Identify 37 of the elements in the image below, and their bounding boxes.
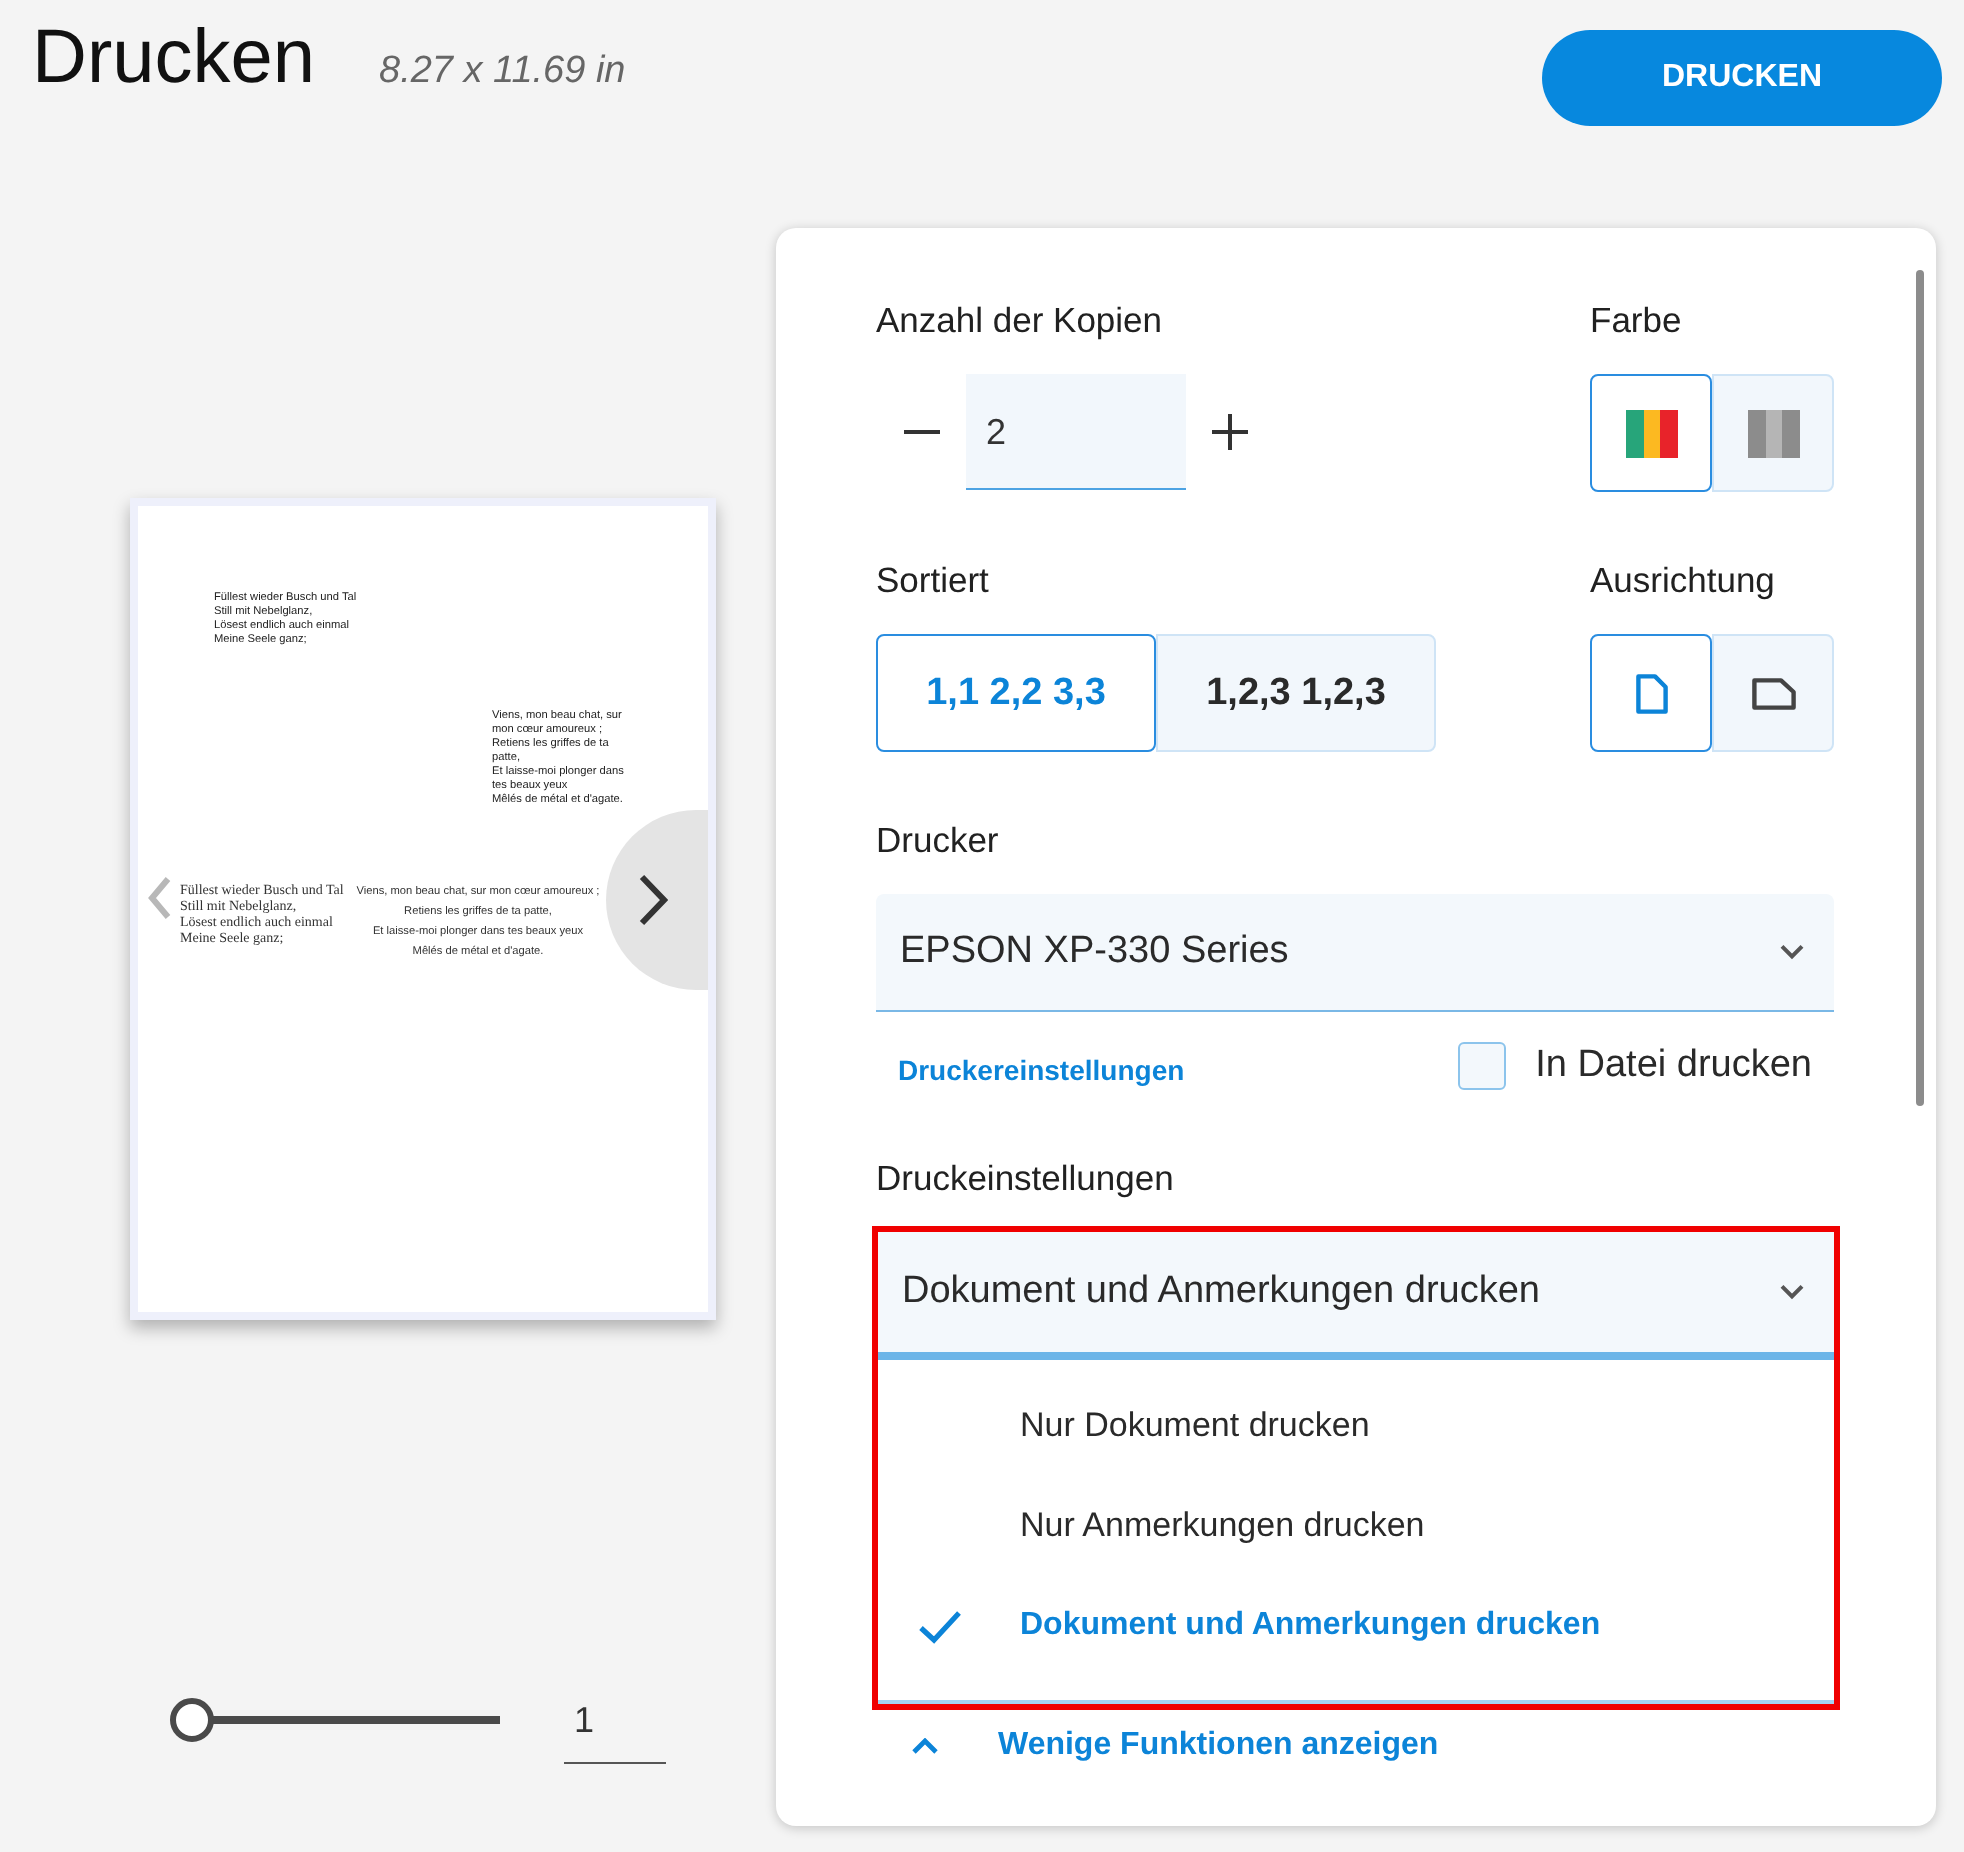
paper-size-label: 8.27 x 11.69 in xyxy=(379,50,626,94)
copies-label: Anzahl der Kopien xyxy=(876,300,1165,342)
checkmark-icon xyxy=(918,1609,962,1643)
printer-settings-link[interactable]: Druckereinstellungen xyxy=(898,1054,1185,1086)
orientation-label: Ausrichtung xyxy=(1590,560,1777,602)
landscape-page-icon xyxy=(1751,677,1795,709)
print-settings-select[interactable]: Dokument und Anmerkungen drucken xyxy=(878,1232,1834,1360)
chevron-down-icon xyxy=(1780,1284,1804,1300)
printer-select[interactable]: EPSON XP-330 Series xyxy=(876,894,1834,1012)
color-mode-option[interactable] xyxy=(1590,374,1712,492)
print-button[interactable]: DRUCKEN xyxy=(1542,30,1942,126)
shaded-stripes-icon xyxy=(1747,409,1799,457)
chevron-left-icon xyxy=(147,876,171,920)
orientation-option[interactable] xyxy=(1590,634,1712,752)
chevron-down-icon xyxy=(1780,944,1804,960)
slider-thumb[interactable] xyxy=(170,1698,214,1742)
scrollbar-thumb[interactable] xyxy=(1916,270,1924,1106)
menu-option[interactable]: Dokument und Anmerkungen drucken xyxy=(878,1576,1834,1676)
menu-option[interactable]: Nur Anmerkungen drucken xyxy=(878,1476,1834,1576)
collate-label: Sortiert xyxy=(876,560,991,602)
checkbox-label: In Datei drucken xyxy=(1535,1044,1812,1088)
minus-icon xyxy=(903,430,939,434)
collate-option[interactable]: 1,2,3 1,2,3 xyxy=(1156,634,1436,752)
page-number-field[interactable]: 1 xyxy=(564,1696,666,1764)
printer-label: Drucker xyxy=(876,820,1001,862)
fewer-options-link[interactable]: Wenige Funktionen anzeigen xyxy=(876,1722,1439,1770)
color-label: Farbe xyxy=(1590,300,1684,342)
multicolor-stripes-icon xyxy=(1625,409,1677,457)
menu-option[interactable]: Nur Dokument drucken xyxy=(878,1376,1834,1476)
plus-icon xyxy=(1212,414,1248,450)
print-settings-label: Druckeinstellungen xyxy=(876,1158,1176,1200)
collate-option[interactable]: 1,1 2,2 3,3 xyxy=(876,634,1156,752)
copies-field[interactable]: 2 xyxy=(966,374,1186,490)
checkbox[interactable] xyxy=(1457,1042,1506,1090)
chevron-right-icon xyxy=(638,874,668,926)
page-title: Drucken xyxy=(32,14,315,102)
portrait-page-icon xyxy=(1635,673,1667,713)
